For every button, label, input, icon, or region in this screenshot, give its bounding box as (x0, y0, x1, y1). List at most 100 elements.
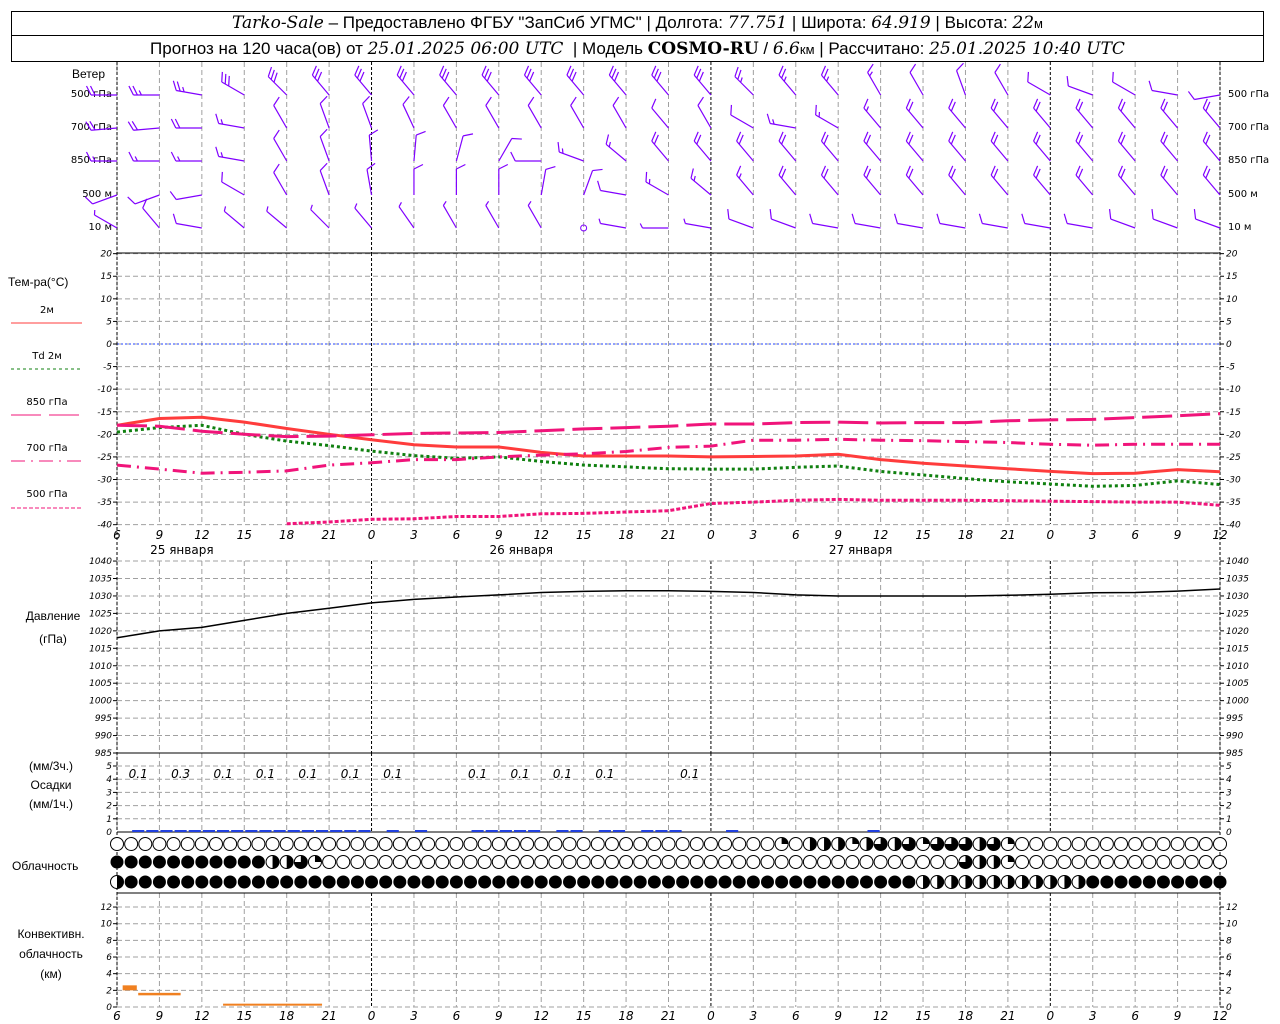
cloud-full-icon (379, 875, 393, 889)
cloud-circle-icon (576, 837, 591, 851)
cloud-cover-symbol (718, 837, 733, 851)
cloud-cover-symbol (930, 855, 945, 869)
cloud-cover-symbol (1071, 855, 1086, 869)
cloud-cover-symbol (534, 855, 549, 869)
wind-feather (851, 213, 856, 224)
precip-bar (259, 830, 272, 832)
cloud-circle-icon (1170, 855, 1185, 869)
cloud-cover-symbol (859, 837, 874, 851)
wind-shaft (221, 181, 245, 196)
hour-tick-label: 21 (321, 528, 336, 542)
cloud-circle-icon (1184, 855, 1199, 869)
cloud-circle-icon (1184, 837, 1199, 851)
precip-3h-label: 0.1 (341, 767, 360, 781)
cloud-cover-symbol (1057, 855, 1072, 869)
pressure-tick-label: 1035 (1226, 575, 1249, 585)
cloud-circle-icon (732, 855, 747, 869)
precip-bar (414, 830, 428, 832)
cloud-cover-symbol (534, 875, 548, 889)
cloud-cover-symbol (930, 837, 945, 851)
wind-feather (1078, 134, 1084, 145)
wind-feather (1162, 134, 1168, 145)
wind-feather (1035, 168, 1041, 179)
wind-barb (778, 131, 797, 162)
wind-feather (128, 85, 134, 96)
hour-tick-label: 21 (661, 528, 676, 542)
cloud-partial-icon (117, 875, 124, 889)
wind-barb (1108, 209, 1136, 229)
cloud-cover-symbol (1185, 875, 1199, 889)
wind-shaft (442, 205, 457, 229)
cloud-cover-symbol (958, 837, 973, 851)
cloud-cover-symbol (760, 875, 774, 889)
convective-tick-label: 6 (106, 953, 112, 963)
wind-feather (529, 71, 535, 82)
wind-feather (653, 68, 659, 79)
wind-feather (608, 141, 611, 147)
wind-feather (439, 65, 445, 76)
cloud-cover-symbol (138, 837, 153, 851)
wind-barb (1033, 131, 1051, 162)
cloud-circle-icon (718, 837, 733, 851)
cloud-cover-symbol (789, 875, 803, 889)
wind-feather (266, 206, 269, 212)
wind-barb (693, 131, 712, 162)
wind-feather (1035, 134, 1041, 145)
wind-shaft (92, 194, 118, 205)
wind-feather (498, 163, 509, 170)
wind-shaft (319, 170, 330, 196)
cloud-circle-icon (378, 837, 393, 851)
wind-feather (89, 85, 96, 96)
wind-barb (319, 162, 330, 196)
hour-tick-label: 12 (534, 1009, 549, 1023)
cloud-circle-icon (421, 837, 436, 851)
cloud-cover-symbol (775, 875, 789, 889)
wind-shaft (1151, 89, 1178, 96)
wind-barb (693, 65, 712, 96)
cloud-circle-icon (364, 855, 379, 869)
precip-bar (556, 830, 569, 832)
wind-barb (128, 85, 160, 96)
wind-feather (401, 71, 407, 82)
wind-barb (766, 113, 796, 129)
wind-feather (319, 95, 328, 104)
wind-feather (697, 96, 704, 106)
cloud-cover-symbol (223, 875, 237, 889)
wind-feather (1033, 98, 1039, 109)
wind-shaft (1024, 222, 1051, 229)
wind-feather (990, 131, 996, 142)
cloud-cover-symbol (1029, 875, 1044, 889)
precip-tick-label: 1 (106, 815, 112, 825)
temperature-tick-label: -15 (97, 408, 112, 418)
cloud-circle-icon (746, 855, 761, 869)
wind-feather (738, 134, 744, 145)
cloud-full-icon (690, 875, 704, 889)
wind-feather (993, 101, 999, 112)
hour-tick-label: 6 (113, 1009, 121, 1023)
wind-feather (645, 171, 648, 183)
pressure-tick-label: 1015 (1226, 644, 1249, 654)
cloud-cover-symbol (1043, 875, 1058, 889)
cloud-full-icon (407, 875, 421, 889)
hour-tick-label: 9 (1174, 528, 1182, 542)
convective-tick-label: 2 (106, 986, 112, 996)
cloud-circle-icon (1043, 837, 1058, 851)
cloud-full-icon (138, 855, 152, 869)
cloud-partial-icon (1007, 855, 1015, 862)
cloud-circle-icon (760, 855, 775, 869)
cloud-cover-symbol (1128, 837, 1143, 851)
wind-barb (990, 165, 1009, 196)
temperature-tick-label: 20 (101, 250, 113, 260)
cloud-cover-symbol (308, 875, 322, 889)
cloud-full-icon (223, 855, 237, 869)
wind-feather (566, 65, 572, 76)
cloud-circle-icon (124, 837, 139, 851)
wind-feather (1112, 71, 1114, 83)
cloud-full-icon (619, 875, 633, 889)
cloud-circle-icon (1043, 855, 1058, 869)
precip-3h-label: 0.1 (468, 767, 487, 781)
wind-barb (1033, 165, 1051, 196)
cloud-cover-symbol (901, 855, 916, 869)
cloud-circle-icon (1128, 837, 1143, 851)
cloud-circle-icon (562, 855, 577, 869)
